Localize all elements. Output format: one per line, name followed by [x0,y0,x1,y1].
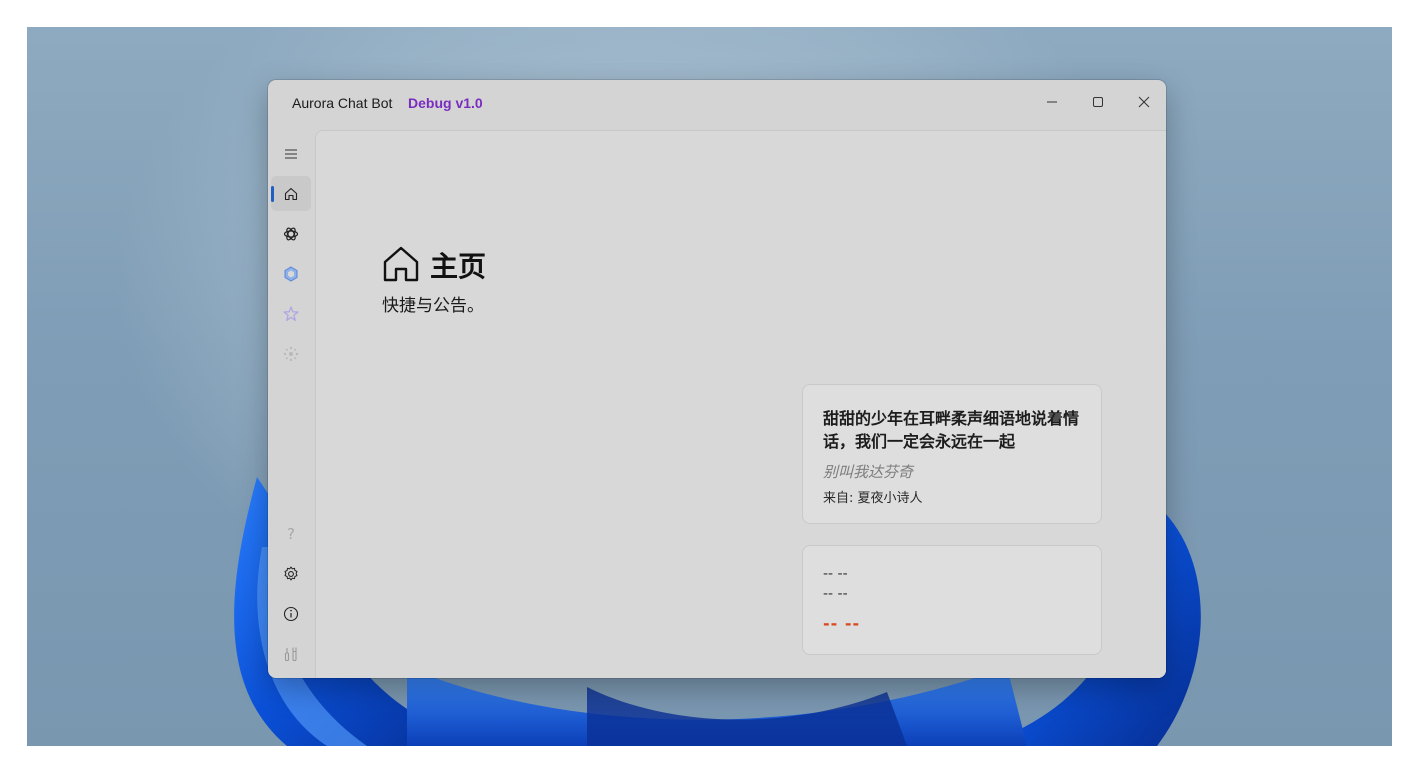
nav-item-tools[interactable] [271,636,311,671]
nav-item-home[interactable] [270,176,311,211]
help-icon: ? [287,524,295,543]
nav-item-settings[interactable] [271,556,311,591]
maximize-button[interactable] [1076,86,1120,118]
nav-item-about[interactable] [271,596,311,631]
minimize-icon [1047,101,1057,103]
navigation-sidebar: ? [268,130,315,678]
minimize-button[interactable] [1030,86,1074,118]
page-title: 主页 [430,250,487,283]
quote-card[interactable]: 甜甜的少年在耳畔柔声细语地说着情话，我们一定会永远在一起 别叫我达芬奇 来自: … [802,384,1102,524]
version-badge: Debug v1.0 [408,95,483,111]
nav-item-cube[interactable] [271,256,311,291]
tools-icon [284,647,297,661]
page-subtitle: 快捷与公告。 [382,296,484,316]
nav-menu-toggle[interactable] [271,136,311,171]
openai-icon [283,227,299,240]
star-icon [283,305,299,321]
selection-indicator [270,186,274,202]
menu-icon [285,148,297,159]
status-line-2: -- -- [823,586,848,602]
status-card: -- -- -- -- -- -- [802,545,1102,655]
quote-source: 来自: 夏夜小诗人 [823,491,923,506]
nav-item-help[interactable]: ? [271,516,311,551]
app-title: Aurora Chat Bot [292,95,393,111]
close-icon [1138,96,1150,108]
home-page: 主页 快捷与公告。 甜甜的少年在耳畔柔声细语地说着情话，我们一定会永远在一起 别… [315,130,1166,678]
status-warning: -- -- [823,614,861,633]
nav-item-sparkle[interactable] [271,336,311,371]
maximize-icon [1093,97,1103,107]
home-icon [284,187,298,200]
app-window: Aurora Chat Bot Debug v1.0 ? 主页 快捷与公告。 甜… [268,80,1166,678]
nav-item-star[interactable] [271,296,311,331]
cube-icon [284,265,298,282]
home-icon [383,246,419,282]
status-line-1: -- -- [823,566,848,582]
info-icon [283,606,299,621]
title-bar[interactable]: Aurora Chat Bot Debug v1.0 [268,80,1166,130]
settings-icon [284,566,298,580]
quote-author: 别叫我达芬奇 [823,463,914,481]
nav-item-chatgpt[interactable] [271,216,311,251]
close-button[interactable] [1122,86,1166,118]
sparkle-icon [283,346,299,361]
quote-text: 甜甜的少年在耳畔柔声细语地说着情话，我们一定会永远在一起 [823,409,1080,451]
